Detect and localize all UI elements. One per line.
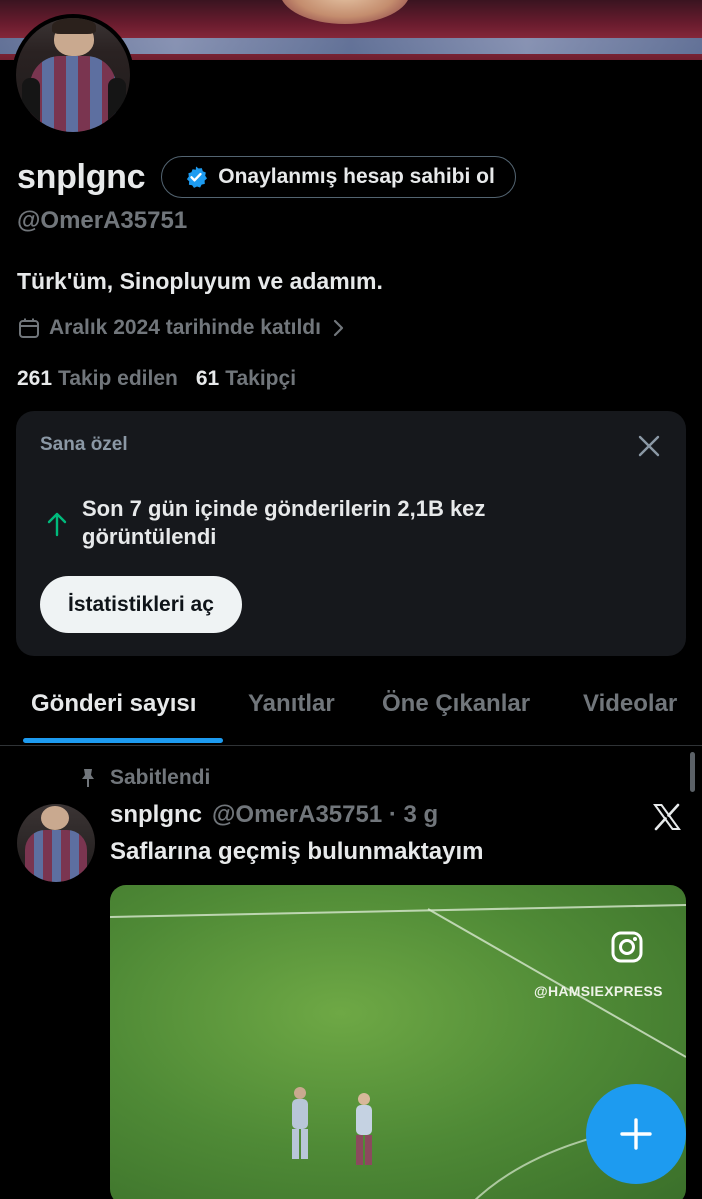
- get-verified-button[interactable]: Onaylanmış hesap sahibi ol: [161, 156, 516, 198]
- insight-card: Sana özel Son 7 gün içinde gönderilerin …: [16, 411, 686, 656]
- profile-handle: @OmerA35751: [17, 207, 188, 234]
- pinned-label: Sabitlendi: [110, 766, 211, 789]
- arrow-up-icon: [47, 512, 67, 537]
- joined-label: Aralık 2024 tarihinde katıldı: [49, 316, 321, 339]
- profile-tabs: Gönderi sayısı Yanıtlar Öne Çıkanlar Vid…: [0, 676, 702, 746]
- verified-badge-icon: [187, 166, 208, 188]
- chevron-right-icon: [333, 319, 344, 337]
- x-logo-icon[interactable]: [652, 802, 682, 832]
- following-label[interactable]: Takip edilen: [58, 367, 178, 391]
- banner-emblem: [280, 0, 410, 24]
- get-verified-label: Onaylanmış hesap sahibi ol: [218, 165, 495, 188]
- post-author-name[interactable]: snplgnc: [110, 801, 202, 829]
- followers-label[interactable]: Takipçi: [225, 367, 296, 391]
- scrollbar[interactable]: [690, 752, 695, 792]
- tab-posts[interactable]: Gönderi sayısı: [31, 690, 196, 718]
- follow-stats: 261 Takip edilen 61 Takipçi: [17, 367, 314, 391]
- insight-message: Son 7 gün içinde gönderilerin 2,1B kez g…: [82, 496, 486, 549]
- post-author-meta[interactable]: @OmerA35751 · 3 g: [212, 801, 438, 829]
- joined-date[interactable]: Aralık 2024 tarihinde katıldı: [17, 316, 345, 340]
- avatar-image: [16, 18, 130, 132]
- active-tab-indicator: [23, 738, 223, 743]
- insight-card-title: Sana özel: [40, 434, 128, 455]
- profile-avatar[interactable]: [12, 14, 134, 136]
- calendar-icon: [19, 318, 39, 338]
- open-analytics-button[interactable]: İstatistikleri aç: [40, 576, 242, 633]
- post-author-avatar[interactable]: [17, 804, 95, 882]
- following-count[interactable]: 261: [17, 367, 52, 391]
- media-watermark: @HAMSIEXPRESS: [534, 983, 663, 999]
- player-figure: [356, 1093, 372, 1165]
- compose-button[interactable]: [586, 1084, 686, 1184]
- player-figure: [292, 1087, 308, 1159]
- instagram-icon: [611, 931, 643, 963]
- close-icon[interactable]: [636, 433, 662, 459]
- name-row: snplgnc Onaylanmış hesap sahibi ol: [17, 154, 516, 200]
- display-name: snplgnc: [17, 157, 146, 196]
- pinned-indicator: Sabitlendi: [80, 766, 210, 790]
- pin-icon: [82, 769, 94, 787]
- plus-icon: [620, 1118, 652, 1150]
- post-header: snplgnc @OmerA35751 · 3 g: [110, 801, 438, 829]
- profile-bio: Türk'üm, Sinopluyum ve adamım.: [17, 268, 383, 294]
- post-text: Saflarına geçmiş bulunmaktayım: [110, 838, 484, 865]
- tab-replies[interactable]: Yanıtlar: [248, 690, 335, 718]
- followers-count[interactable]: 61: [196, 367, 219, 391]
- tab-highlights[interactable]: Öne Çıkanlar: [382, 690, 530, 718]
- tab-videos[interactable]: Videolar: [583, 690, 677, 718]
